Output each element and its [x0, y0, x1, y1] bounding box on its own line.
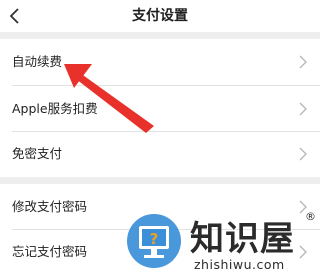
list-item-label: 自动续费	[12, 54, 63, 69]
chevron-right-icon	[299, 200, 307, 214]
list-item-label: Apple服务扣费	[12, 101, 98, 116]
list-item-label: 修改支付密码	[12, 199, 88, 214]
list-item-password-free-pay[interactable]: 免密支付	[0, 131, 320, 177]
chevron-right-icon	[299, 245, 307, 259]
list-item-label: 免密支付	[12, 146, 63, 161]
page-title: 支付设置	[132, 8, 188, 24]
list-item-auto-renew[interactable]: 自动续费	[0, 39, 320, 85]
chevron-right-icon	[299, 147, 307, 161]
nav-bar: 支付设置	[0, 0, 320, 32]
settings-group-password: 修改支付密码 忘记支付密码	[0, 184, 320, 275]
settings-group-payment: 自动续费 Apple服务扣费 免密支付	[0, 39, 320, 177]
chevron-right-icon	[299, 55, 307, 69]
list-item-label: 忘记支付密码	[12, 244, 88, 259]
chevron-right-icon	[299, 102, 307, 116]
list-item-apple-services[interactable]: Apple服务扣费	[0, 86, 320, 132]
list-item-change-password[interactable]: 修改支付密码	[0, 184, 320, 230]
list-item-forgot-password[interactable]: 忘记支付密码	[0, 229, 320, 275]
